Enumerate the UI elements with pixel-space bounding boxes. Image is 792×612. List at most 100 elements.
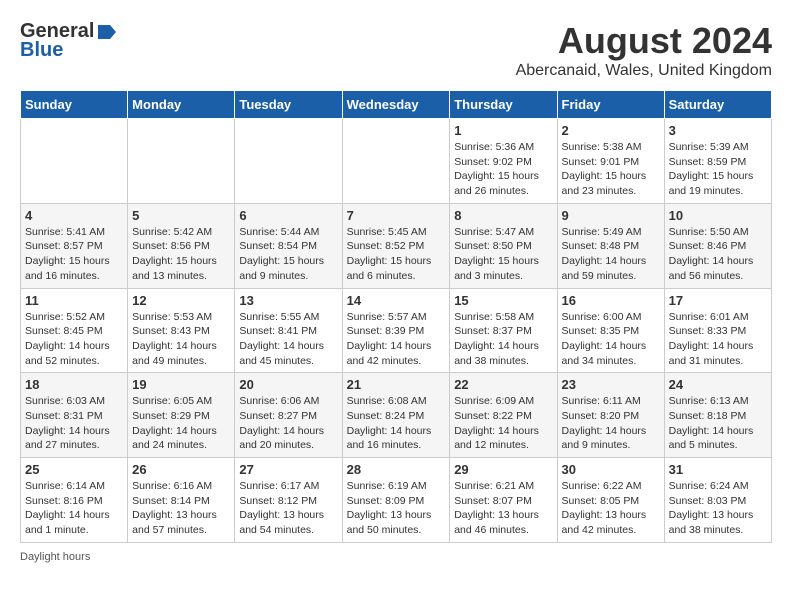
- calendar-table: SundayMondayTuesdayWednesdayThursdayFrid…: [20, 90, 772, 543]
- day-info: Sunrise: 5:41 AM Sunset: 8:57 PM Dayligh…: [25, 225, 123, 284]
- day-number: 24: [669, 377, 767, 392]
- weekday-header-friday: Friday: [557, 91, 664, 119]
- day-info: Sunrise: 6:16 AM Sunset: 8:14 PM Dayligh…: [132, 479, 230, 538]
- day-number: 25: [25, 462, 123, 477]
- day-number: 7: [347, 208, 446, 223]
- calendar-cell: [235, 119, 342, 204]
- day-number: 15: [454, 293, 552, 308]
- calendar-week-4: 18Sunrise: 6:03 AM Sunset: 8:31 PM Dayli…: [21, 373, 772, 458]
- calendar-cell: [342, 119, 450, 204]
- calendar-cell: 3 Sunrise: 5:39 AM Sunset: 8:59 PM Daylig…: [664, 119, 771, 204]
- day-number: 5: [132, 208, 230, 223]
- footer-note: Daylight hours: [20, 551, 772, 563]
- calendar-week-2: 4Sunrise: 5:41 AM Sunset: 8:57 PM Daylig…: [21, 203, 772, 288]
- day-number: 28: [347, 462, 446, 477]
- day-number: 29: [454, 462, 552, 477]
- calendar-cell: 1Sunrise: 5:36 AM Sunset: 9:02 PM Daylig…: [450, 119, 557, 204]
- calendar-cell: 15 Sunrise: 5:58 AM Sunset: 8:37 PM Dayli…: [450, 288, 557, 373]
- day-number: 2: [562, 123, 660, 138]
- calendar-cell: 22Sunrise: 6:09 AM Sunset: 8:22 PM Dayli…: [450, 373, 557, 458]
- weekday-header-sunday: Sunday: [21, 91, 128, 119]
- weekday-header-tuesday: Tuesday: [235, 91, 342, 119]
- day-info: Sunrise: 6:14 AM Sunset: 8:16 PM Dayligh…: [25, 479, 123, 538]
- day-info: Sunrise: 5:58 AM Sunset: 8:37 PM Dayligh…: [454, 310, 552, 369]
- day-info: Sunrise: 6:01 AM Sunset: 8:33 PM Dayligh…: [669, 310, 767, 369]
- day-info: Sunrise: 5:57 AM Sunset: 8:39 PM Dayligh…: [347, 310, 446, 369]
- day-info: Sunrise: 5:55 AM Sunset: 8:41 PM Dayligh…: [239, 310, 337, 369]
- calendar-cell: 2 Sunrise: 5:38 AM Sunset: 9:01 PM Daylig…: [557, 119, 664, 204]
- day-number: 8: [454, 208, 552, 223]
- day-info: Sunrise: 5:42 AM Sunset: 8:56 PM Dayligh…: [132, 225, 230, 284]
- day-info: Sunrise: 6:13 AM Sunset: 8:18 PM Dayligh…: [669, 394, 767, 453]
- day-number: 18: [25, 377, 123, 392]
- day-number: 27: [239, 462, 337, 477]
- calendar-cell: 17 Sunrise: 6:01 AM Sunset: 8:33 PM Dayli…: [664, 288, 771, 373]
- calendar-cell: [21, 119, 128, 204]
- calendar-cell: 21 Sunrise: 6:08 AM Sunset: 8:24 PM Dayli…: [342, 373, 450, 458]
- calendar-cell: [128, 119, 235, 204]
- day-number: 26: [132, 462, 230, 477]
- title-block: August 2024 Abercanaid, Wales, United Ki…: [516, 20, 772, 80]
- calendar-cell: 11 Sunrise: 5:52 AM Sunset: 8:45 PM Dayli…: [21, 288, 128, 373]
- calendar-cell: 25 Sunrise: 6:14 AM Sunset: 8:16 PM Dayli…: [21, 458, 128, 543]
- calendar-cell: 31 Sunrise: 6:24 AM Sunset: 8:03 PM Dayli…: [664, 458, 771, 543]
- calendar-cell: 10 Sunrise: 5:50 AM Sunset: 8:46 PM Dayli…: [664, 203, 771, 288]
- calendar-cell: 28Sunrise: 6:19 AM Sunset: 8:09 PM Dayli…: [342, 458, 450, 543]
- day-info: Sunrise: 5:53 AM Sunset: 8:43 PM Dayligh…: [132, 310, 230, 369]
- day-number: 20: [239, 377, 337, 392]
- day-number: 10: [669, 208, 767, 223]
- calendar-cell: 16 Sunrise: 6:00 AM Sunset: 8:35 PM Dayli…: [557, 288, 664, 373]
- day-number: 3: [669, 123, 767, 138]
- day-info: Sunrise: 6:05 AM Sunset: 8:29 PM Dayligh…: [132, 394, 230, 453]
- day-info: Sunrise: 5:50 AM Sunset: 8:46 PM Dayligh…: [669, 225, 767, 284]
- month-title: August 2024: [516, 20, 772, 62]
- day-number: 9: [562, 208, 660, 223]
- calendar-cell: 26 Sunrise: 6:16 AM Sunset: 8:14 PM Dayli…: [128, 458, 235, 543]
- day-info: Sunrise: 6:09 AM Sunset: 8:22 PM Dayligh…: [454, 394, 552, 453]
- day-info: Sunrise: 6:00 AM Sunset: 8:35 PM Dayligh…: [562, 310, 660, 369]
- day-info: Sunrise: 5:45 AM Sunset: 8:52 PM Dayligh…: [347, 225, 446, 284]
- calendar-cell: 4Sunrise: 5:41 AM Sunset: 8:57 PM Daylig…: [21, 203, 128, 288]
- calendar-week-1: 1Sunrise: 5:36 AM Sunset: 9:02 PM Daylig…: [21, 119, 772, 204]
- day-number: 14: [347, 293, 446, 308]
- calendar-cell: 30Sunrise: 6:22 AM Sunset: 8:05 PM Dayli…: [557, 458, 664, 543]
- day-info: Sunrise: 6:21 AM Sunset: 8:07 PM Dayligh…: [454, 479, 552, 538]
- weekday-header-saturday: Saturday: [664, 91, 771, 119]
- weekday-header-thursday: Thursday: [450, 91, 557, 119]
- day-info: Sunrise: 5:49 AM Sunset: 8:48 PM Dayligh…: [562, 225, 660, 284]
- calendar-cell: 9 Sunrise: 5:49 AM Sunset: 8:48 PM Daylig…: [557, 203, 664, 288]
- day-info: Sunrise: 6:22 AM Sunset: 8:05 PM Dayligh…: [562, 479, 660, 538]
- day-number: 12: [132, 293, 230, 308]
- day-info: Sunrise: 5:38 AM Sunset: 9:01 PM Dayligh…: [562, 140, 660, 199]
- calendar-cell: 29 Sunrise: 6:21 AM Sunset: 8:07 PM Dayli…: [450, 458, 557, 543]
- day-number: 6: [239, 208, 337, 223]
- weekday-header-monday: Monday: [128, 91, 235, 119]
- day-number: 21: [347, 377, 446, 392]
- day-number: 11: [25, 293, 123, 308]
- calendar-cell: 6Sunrise: 5:44 AM Sunset: 8:54 PM Daylig…: [235, 203, 342, 288]
- calendar-cell: 19 Sunrise: 6:05 AM Sunset: 8:29 PM Dayli…: [128, 373, 235, 458]
- day-number: 13: [239, 293, 337, 308]
- day-info: Sunrise: 6:08 AM Sunset: 8:24 PM Dayligh…: [347, 394, 446, 453]
- calendar-week-5: 25 Sunrise: 6:14 AM Sunset: 8:16 PM Dayli…: [21, 458, 772, 543]
- logo: General Blue: [20, 20, 118, 62]
- calendar-cell: 7 Sunrise: 5:45 AM Sunset: 8:52 PM Daylig…: [342, 203, 450, 288]
- calendar-cell: 12 Sunrise: 5:53 AM Sunset: 8:43 PM Dayli…: [128, 288, 235, 373]
- day-info: Sunrise: 5:47 AM Sunset: 8:50 PM Dayligh…: [454, 225, 552, 284]
- day-number: 17: [669, 293, 767, 308]
- day-number: 19: [132, 377, 230, 392]
- calendar-cell: 23 Sunrise: 6:11 AM Sunset: 8:20 PM Dayli…: [557, 373, 664, 458]
- logo-icon: [96, 21, 118, 43]
- location: Abercanaid, Wales, United Kingdom: [516, 62, 772, 80]
- calendar-cell: 18Sunrise: 6:03 AM Sunset: 8:31 PM Dayli…: [21, 373, 128, 458]
- day-number: 16: [562, 293, 660, 308]
- day-info: Sunrise: 5:39 AM Sunset: 8:59 PM Dayligh…: [669, 140, 767, 199]
- day-info: Sunrise: 6:11 AM Sunset: 8:20 PM Dayligh…: [562, 394, 660, 453]
- day-number: 1: [454, 123, 552, 138]
- day-number: 31: [669, 462, 767, 477]
- day-number: 23: [562, 377, 660, 392]
- logo-blue-text: Blue: [20, 39, 63, 62]
- calendar-week-3: 11 Sunrise: 5:52 AM Sunset: 8:45 PM Dayli…: [21, 288, 772, 373]
- day-info: Sunrise: 5:52 AM Sunset: 8:45 PM Dayligh…: [25, 310, 123, 369]
- day-info: Sunrise: 6:24 AM Sunset: 8:03 PM Dayligh…: [669, 479, 767, 538]
